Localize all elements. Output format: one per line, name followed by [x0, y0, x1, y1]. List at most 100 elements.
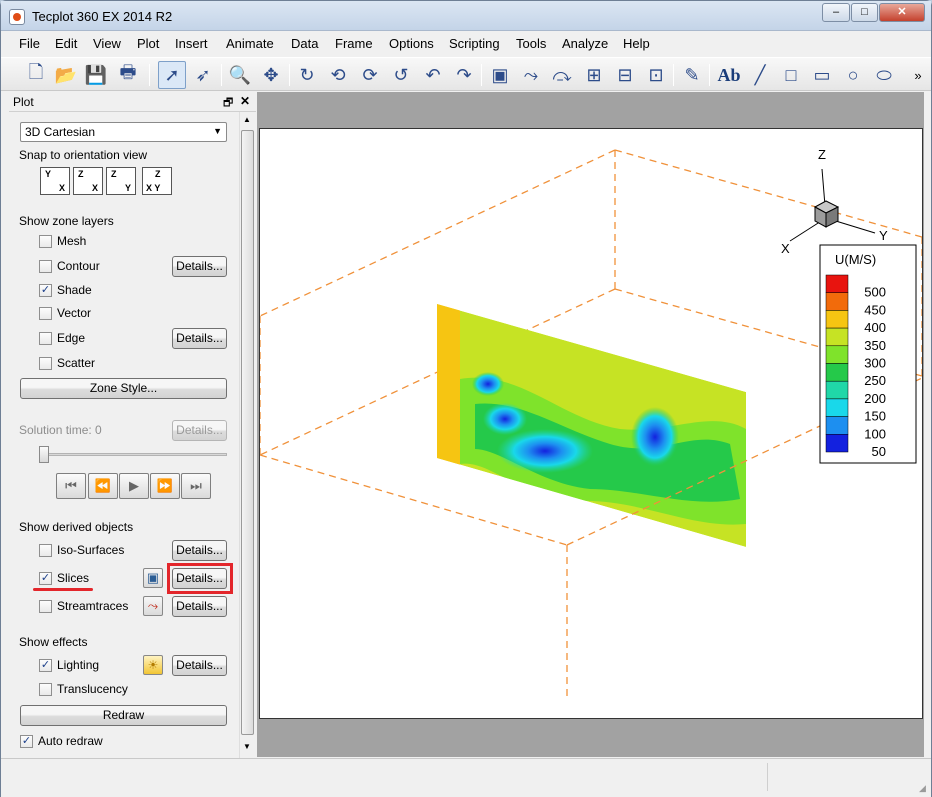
minimize-button[interactable]: – [822, 3, 850, 22]
menu-animate[interactable]: Animate [226, 36, 274, 51]
selector-tool-icon[interactable]: ➚ [158, 61, 186, 89]
rotate-x-icon[interactable]: ↺ [387, 61, 415, 89]
time-slider-thumb[interactable] [39, 446, 49, 463]
slices-checkbox[interactable]: ✓ [39, 572, 52, 585]
translate-icon[interactable]: ✥ [257, 61, 285, 89]
snap-zy-button[interactable]: Z Y [106, 167, 136, 195]
menu-plot[interactable]: Plot [137, 36, 159, 51]
square-tool-icon[interactable]: □ [777, 61, 805, 89]
snap-yx-button[interactable]: Y X [40, 167, 70, 195]
legend-swatches [825, 274, 849, 453]
streamtrace-rake-icon[interactable]: ⤼ [548, 61, 576, 89]
legend-level-label: 250 [864, 373, 886, 388]
plot-frame[interactable]: Z X Y U(M/S) 500 450 400 350 300 250 200 150 100… [259, 128, 923, 719]
zone-style-button[interactable]: Zone Style... [20, 378, 227, 399]
zone-edit-icon[interactable]: ✎ [678, 61, 706, 89]
lighting-details-button[interactable]: Details... [172, 655, 227, 676]
snap-zx-button[interactable]: Z X [73, 167, 103, 195]
iso-surfaces-checkbox[interactable] [39, 544, 52, 557]
slice-low-core-2 [631, 407, 679, 467]
mesh-checkbox[interactable] [39, 235, 52, 248]
add-contour-label-icon[interactable]: ⊞ [580, 61, 608, 89]
adjustor-tool-icon[interactable]: ➶ [189, 61, 217, 89]
maximize-button[interactable]: □ [851, 3, 878, 22]
lighting-checkbox[interactable]: ✓ [39, 659, 52, 672]
skip-last-icon[interactable]: ⏭ [181, 473, 211, 499]
edge-checkbox[interactable] [39, 332, 52, 345]
menu-frame[interactable]: Frame [335, 36, 373, 51]
menu-analyze[interactable]: Analyze [562, 36, 608, 51]
plot-type-dropdown[interactable]: 3D Cartesian ▼ [20, 122, 227, 142]
menu-options[interactable]: Options [389, 36, 434, 51]
solution-time-details-button[interactable]: Details... [172, 420, 227, 441]
close-panel-icon[interactable]: ✕ [240, 94, 250, 108]
resize-grip-icon[interactable]: ◢ [919, 783, 926, 794]
streamtrace-tool-icon[interactable]: ⤳ [517, 61, 545, 89]
contour-checkbox[interactable] [39, 260, 52, 273]
slice-tool-icon[interactable]: ▣ [143, 568, 163, 588]
rotate-twist-icon[interactable]: ⟳ [356, 61, 384, 89]
panel-scrollbar[interactable]: ▲ ▼ [239, 112, 255, 758]
menu-view[interactable]: View [93, 36, 121, 51]
menu-data[interactable]: Data [291, 36, 318, 51]
time-slider-track[interactable] [41, 453, 227, 456]
plot-sidebar: Plot 🗗 ✕ 3D Cartesian ▼ Snap to orientat… [9, 92, 256, 758]
status-divider [767, 763, 768, 791]
save-layout-icon[interactable]: 💾 [82, 61, 110, 89]
open-layout-icon[interactable]: 📂 [52, 61, 80, 89]
menu-edit[interactable]: Edit [55, 36, 77, 51]
play-icon[interactable]: ▶ [119, 473, 149, 499]
remove-contour-label-icon[interactable]: ⊟ [611, 61, 639, 89]
menu-file[interactable]: File [19, 36, 40, 51]
legend-level-label: 450 [864, 302, 886, 317]
slice-tool-icon[interactable]: ▣ [486, 61, 514, 89]
toolbar-overflow-icon[interactable]: » [904, 61, 932, 89]
menu-insert[interactable]: Insert [175, 36, 208, 51]
streamtraces-checkbox[interactable] [39, 600, 52, 613]
menu-tools[interactable]: Tools [516, 36, 546, 51]
scatter-checkbox[interactable] [39, 357, 52, 370]
scroll-down-icon[interactable]: ▼ [243, 742, 251, 751]
shade-checkbox[interactable]: ✓ [39, 284, 52, 297]
rectangle-tool-icon[interactable]: ▭ [808, 61, 836, 89]
auto-redraw-label: Auto redraw [38, 734, 103, 748]
dock-icon[interactable]: 🗗 [223, 94, 233, 113]
ellipse-tool-icon[interactable]: ⬭ [870, 61, 898, 89]
step-forward-icon[interactable]: ⏩ [150, 473, 180, 499]
auto-redraw-checkbox[interactable]: ✓ [20, 735, 33, 748]
iso-surfaces-details-button[interactable]: Details... [172, 540, 227, 561]
step-back-icon[interactable]: ⏪ [88, 473, 118, 499]
close-button[interactable]: ✕ [879, 3, 925, 22]
panel-scroll-thumb[interactable] [241, 130, 254, 735]
streamtraces-details-button[interactable]: Details... [172, 596, 227, 617]
menu-help[interactable]: Help [623, 36, 650, 51]
print-icon[interactable]: 🖶 [114, 61, 142, 89]
rotate-rollerball-icon[interactable]: ⟲ [324, 61, 352, 89]
zoom-icon[interactable]: 🔍 [226, 61, 254, 89]
redraw-button[interactable]: Redraw [20, 705, 227, 726]
circle-tool-icon[interactable]: ○ [839, 61, 867, 89]
edge-details-button[interactable]: Details... [172, 328, 227, 349]
polyline-tool-icon[interactable]: ╱ [746, 61, 774, 89]
panel-header: Plot 🗗 ✕ [9, 92, 256, 112]
rotate-z-icon[interactable]: ↷ [450, 61, 478, 89]
shade-label: Shade [57, 283, 92, 297]
new-layout-icon[interactable]: 🗋 [22, 61, 50, 89]
snap-zxy-button[interactable]: Z X Y [142, 167, 172, 195]
light-source-icon[interactable]: ☀ [143, 655, 163, 675]
streamtrace-icon[interactable]: ⤳ [143, 596, 163, 616]
vector-checkbox[interactable] [39, 307, 52, 320]
derived-objects-label: Show derived objects [19, 520, 134, 534]
iso-surfaces-label: Iso-Surfaces [57, 543, 125, 557]
slices-details-button[interactable]: Details... [172, 568, 227, 589]
scroll-up-icon[interactable]: ▲ [243, 115, 251, 124]
contour-legend[interactable]: U(M/S) 500 450 400 350 300 250 200 150 100 50 [819, 244, 917, 464]
menu-scripting[interactable]: Scripting [449, 36, 500, 51]
probe-value-icon[interactable]: ⊡ [642, 61, 670, 89]
contour-details-button[interactable]: Details... [172, 256, 227, 277]
rotate-y-icon[interactable]: ↶ [419, 61, 447, 89]
text-tool-icon[interactable]: Ab [715, 61, 743, 89]
skip-first-icon[interactable]: ⏮ [56, 473, 86, 499]
translucency-checkbox[interactable] [39, 683, 52, 696]
rotate-spherical-icon[interactable]: ↻ [293, 61, 321, 89]
